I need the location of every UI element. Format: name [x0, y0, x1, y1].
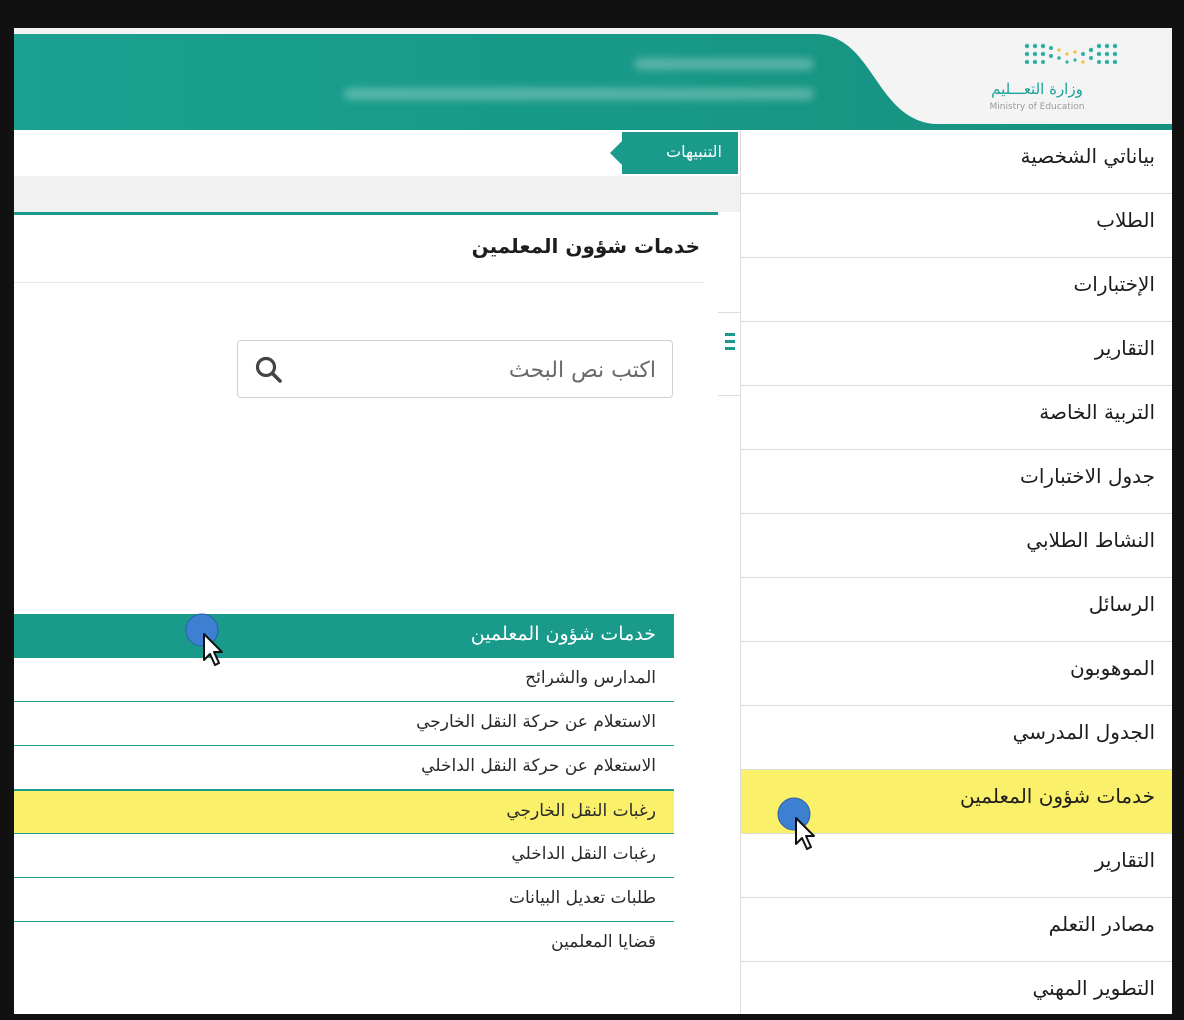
cursor-pointer-icon — [777, 797, 815, 850]
page-header: وزارة التعـــليم Ministry of Education — [14, 28, 1172, 130]
cursor-pointer-icon — [185, 613, 223, 666]
sidebar-item-label: التقارير — [1094, 336, 1155, 360]
sidebar-item-exam-schedule[interactable]: جدول الاختبارات — [741, 450, 1172, 514]
notification-bar — [14, 130, 614, 177]
blurred-user-info — [344, 88, 814, 100]
sidebar-item-label: التربية الخاصة — [1039, 400, 1155, 424]
search-icon[interactable] — [254, 355, 284, 385]
sidebar-item-label: الموهوبون — [1069, 656, 1155, 680]
sidebar-item-label: الرسائل — [1088, 592, 1155, 616]
service-item-external-transfer-wishes[interactable]: رغبات النقل الخارجي — [14, 790, 674, 834]
service-item-label: طلبات تعديل البيانات — [509, 888, 656, 908]
sidebar-item-label: الطلاب — [1096, 208, 1155, 232]
sidebar-item-personal-data[interactable]: بياناتي الشخصية — [741, 130, 1172, 194]
sidebar-item-label: خدمات شؤون المعلمين — [960, 784, 1155, 808]
sidebar-item-label: التقارير — [1094, 848, 1155, 872]
logo-subtitle: Ministry of Education — [989, 102, 1085, 112]
sidebar-item-professional-development[interactable]: التطوير المهني — [741, 962, 1172, 1014]
service-item-teacher-cases[interactable]: قضايا المعلمين — [14, 922, 674, 966]
service-item-label: الاستعلام عن حركة النقل الخارجي — [416, 712, 656, 732]
window-frame: وزارة التعـــليم Ministry of Education ا… — [0, 0, 1184, 1020]
sidebar-item-school-schedule[interactable]: الجدول المدرسي — [741, 706, 1172, 770]
service-item-schools-segments[interactable]: المدارس والشرائح — [14, 658, 674, 702]
search-input[interactable] — [294, 349, 658, 391]
title-divider — [14, 282, 704, 283]
services-list-header: خدمات شؤون المعلمين — [14, 614, 674, 658]
sidebar-item-label: النشاط الطلابي — [1026, 528, 1155, 552]
sidebar-item-label: الجدول المدرسي — [1012, 720, 1155, 744]
logo-dots-icon — [1024, 43, 1118, 65]
sidebar-item-special-education[interactable]: التربية الخاصة — [741, 386, 1172, 450]
services-header-label: خدمات شؤون المعلمين — [470, 623, 656, 645]
service-item-label: الاستعلام عن حركة النقل الداخلي — [421, 756, 656, 776]
search-box — [237, 340, 673, 398]
sidebar-item-label: جدول الاختبارات — [1020, 464, 1155, 488]
toolbar-strip — [14, 176, 740, 212]
sidebar-item-label: بياناتي الشخصية — [1020, 144, 1155, 168]
notifications-label: التنبيهات — [666, 142, 722, 161]
sidebar-item-students[interactable]: الطلاب — [741, 194, 1172, 258]
notifications-tab[interactable]: التنبيهات — [622, 132, 738, 174]
service-item-internal-transfer-inquiry[interactable]: الاستعلام عن حركة النقل الداخلي — [14, 746, 674, 790]
sidebar-item-gifted[interactable]: الموهوبون — [741, 642, 1172, 706]
ministry-logo[interactable]: وزارة التعـــليم Ministry of Education — [962, 36, 1118, 120]
service-item-label: رغبات النقل الخارجي — [506, 801, 656, 821]
service-item-label: المدارس والشرائح — [525, 668, 656, 688]
service-item-internal-transfer-wishes[interactable]: رغبات النقل الداخلي — [14, 834, 674, 878]
sidebar-item-reports[interactable]: التقارير — [741, 322, 1172, 386]
sidebar-item-messages[interactable]: الرسائل — [741, 578, 1172, 642]
sidebar-item-exams[interactable]: الإختبارات — [741, 258, 1172, 322]
main-panel: خدمات شؤون المعلمين خدمات شؤون المعلمين … — [14, 212, 718, 1014]
logo-title: وزارة التعـــليم — [991, 80, 1083, 98]
notification-tab-arrow — [610, 141, 622, 165]
blurred-user-name — [634, 58, 814, 70]
service-item-external-transfer-inquiry[interactable]: الاستعلام عن حركة النقل الخارجي — [14, 702, 674, 746]
sidebar-item-label: الإختبارات — [1073, 272, 1155, 296]
app-screen: وزارة التعـــليم Ministry of Education ا… — [14, 28, 1172, 1014]
page-title: خدمات شؤون المعلمين — [471, 234, 700, 258]
service-item-label: قضايا المعلمين — [551, 932, 656, 952]
sidebar-item-student-activity[interactable]: النشاط الطلابي — [741, 514, 1172, 578]
menu-bars-icon — [725, 333, 735, 354]
service-item-data-edit-requests[interactable]: طلبات تعديل البيانات — [14, 878, 674, 922]
sidebar-item-learning-resources[interactable]: مصادر التعلم — [741, 898, 1172, 962]
sidebar-item-label: التطوير المهني — [1032, 976, 1155, 1000]
sidebar-menu: بياناتي الشخصية الطلاب الإختبارات التقار… — [740, 130, 1172, 1014]
sidebar-item-label: مصادر التعلم — [1048, 912, 1155, 936]
panel-accent-line — [14, 212, 718, 215]
service-item-label: رغبات النقل الداخلي — [511, 844, 656, 864]
